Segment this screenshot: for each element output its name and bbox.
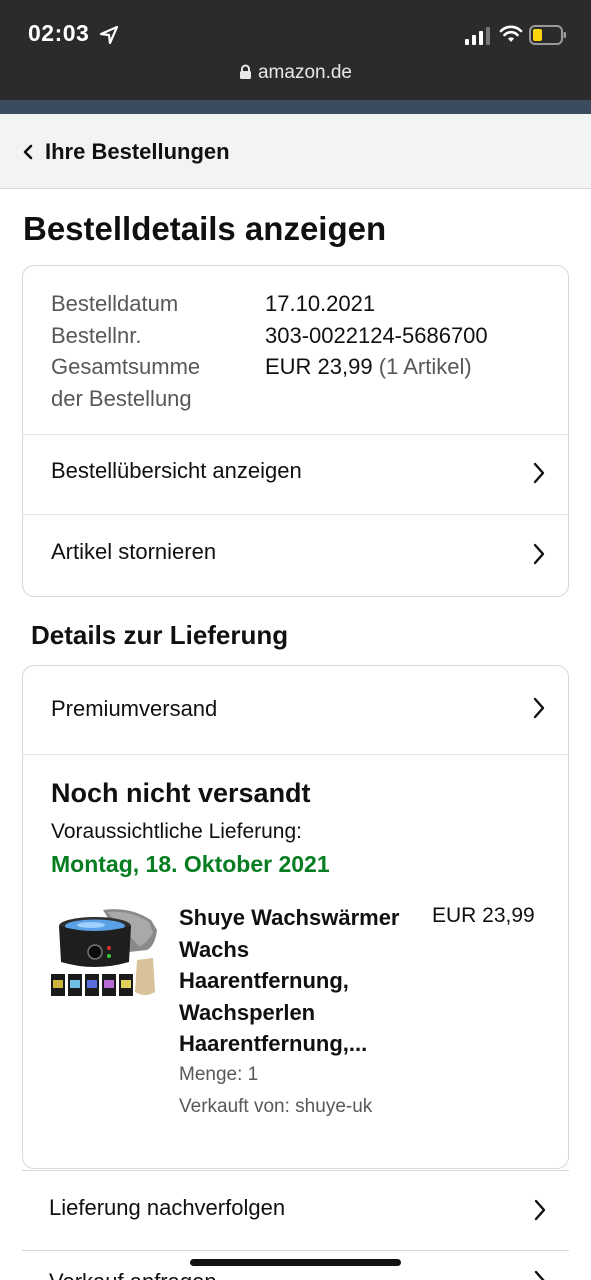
divider [23,754,568,755]
back-link-label[interactable]: Ihre Bestellungen [45,139,230,165]
back-navigation[interactable]: Ihre Bestellungen [0,114,591,189]
order-number-label: Bestellnr. [51,322,142,348]
order-item-count: (1 Artikel) [378,354,472,379]
shipment-status: Noch nicht versandt [51,778,311,808]
product-image[interactable] [51,906,157,1006]
delivery-estimate-label: Voraussichtliche Lieferung: [51,820,302,843]
chevron-right-icon [534,1199,546,1221]
order-info-values: 17.10.2021 303-0022124-5686700 EUR 23,99… [265,288,488,383]
lock-icon [239,64,251,79]
order-total-label-line1: Gesamtsumme [51,354,201,379]
chevron-right-icon [534,1270,545,1280]
next-action-link[interactable]: Verkauf anfragen [49,1269,217,1280]
cancel-items-row[interactable]: Artikel stornieren [23,515,568,595]
order-info-labels: Bestelldatum Bestellnr. Gesamtsumme der … [51,288,251,414]
product-title-link[interactable]: Shuye Wachswärmer Wachs Haarentfernung, … [179,902,419,1060]
page-title: Bestelldetails anzeigen [23,210,387,247]
wifi-icon [499,25,523,42]
chevron-right-icon [533,697,545,719]
product-price: EUR 23,99 [432,904,535,927]
status-time: 02:03 [28,20,90,46]
chevron-left-icon [23,144,33,160]
order-total-value: EUR 23,99 [265,354,373,379]
url-bar[interactable]: amazon.de [0,62,591,84]
order-overview-row[interactable]: Bestellübersicht anzeigen [23,434,568,514]
order-date-label: Bestelldatum [51,291,179,316]
order-number-value: 303-0022124-5686700 [265,322,488,348]
battery-icon [529,25,566,45]
shipping-method-label[interactable]: Premiumversand [51,696,217,722]
browser-top-bar: 02:03 amazon.de [0,0,591,100]
header-strip [0,100,591,114]
location-arrow-icon [99,25,119,45]
home-indicator[interactable] [190,1259,401,1266]
cellular-signal-icon [465,27,490,45]
order-overview-link[interactable]: Bestellübersicht anzeigen [51,458,302,484]
shipping-method-row[interactable]: Premiumversand [23,666,568,754]
track-delivery-row[interactable]: Lieferung nachverfolgen [22,1170,569,1250]
track-delivery-link[interactable]: Lieferung nachverfolgen [49,1195,285,1221]
chevron-right-icon [533,462,545,484]
order-summary-card: Bestelldatum Bestellnr. Gesamtsumme der … [22,265,569,597]
chevron-right-icon [533,543,545,565]
delivery-section-title: Details zur Lieferung [31,620,289,650]
product-seller: Verkauft von: shuye-uk [179,1096,373,1117]
product-quantity: Menge: 1 [179,1064,259,1085]
order-date-value: 17.10.2021 [265,291,376,316]
cancel-items-link[interactable]: Artikel stornieren [51,539,216,565]
delivery-card: Premiumversand Noch nicht versandt Vorau… [22,665,569,1169]
order-total-value-line: EUR 23,99 (1 Artikel) [265,351,488,383]
order-total-label-line2: der Bestellung [51,385,192,411]
url-text: amazon.de [257,62,352,83]
delivery-estimate-date: Montag, 18. Oktober 2021 [51,851,330,877]
